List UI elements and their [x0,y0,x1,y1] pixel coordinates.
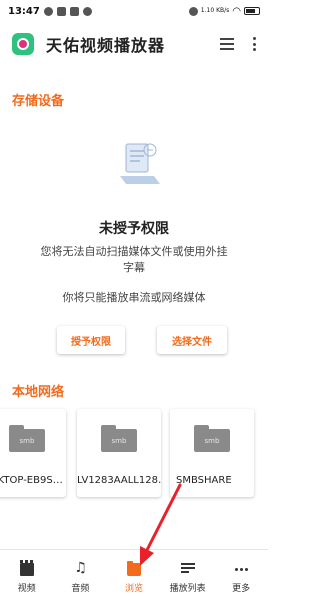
more-horiz-icon [234,563,248,576]
battery-icon [244,7,260,15]
empty-state-description: 您将无法自动扫描媒体文件或使用外挂字幕 [40,245,228,274]
bottom-navigation: 视频 音频 浏览 播放列表 更多 [0,549,268,602]
playlist-icon [180,563,195,576]
empty-state-note: 你将只能播放串流或网络媒体 [62,291,206,304]
list-view-icon[interactable] [220,38,234,50]
notification-icon [56,6,66,16]
empty-state-title: 未授予权限 [99,221,169,237]
notification-icon [43,6,53,16]
shield-icon [82,6,92,16]
nav-item-label: 更多 [232,584,251,594]
app-bar: 天佑视频播放器 [0,24,268,64]
status-time: 13:47 [8,5,40,17]
status-right: 1.10 KB/s ◠ [188,5,260,17]
local-network-section-title: 本地网络 [12,385,65,400]
network-share-name: SKTOP-EB9S… [0,475,63,486]
folder-icon: smb [194,425,230,452]
network-share-name: LV1283AALL128… [77,475,161,486]
music-icon [73,560,87,576]
notification-icon [69,6,79,16]
nav-item-label: 音频 [71,584,90,594]
network-speed: 1.10 KB/s [200,7,230,14]
nav-item-more[interactable]: 更多 [214,550,268,602]
nav-item-playlist[interactable]: 播放列表 [161,550,215,602]
status-left: 13:47 [8,6,92,17]
video-icon [19,560,34,576]
storage-section-title: 存储设备 [12,94,65,109]
nav-item-browse[interactable]: 浏览 [107,550,161,602]
choose-file-button[interactable]: 选择文件 [157,326,227,354]
folder-icon: smb [9,425,45,452]
nav-item-label: 播放列表 [169,584,206,594]
nav-item-label: 视频 [17,584,36,594]
folder-icon: smb [101,425,137,452]
more-vert-icon[interactable] [252,37,256,51]
network-share-name: SMBSHARE [176,475,232,486]
status-bar: 13:47 1.10 KB/s ◠ [0,0,268,22]
network-shares-list: smb SKTOP-EB9S… smb LV1283AALL128… smb S… [0,409,268,499]
app-bar-actions [220,37,256,51]
app-logo-icon [12,33,34,55]
do-not-disturb-icon [188,6,198,16]
nav-item-audio[interactable]: 音频 [54,550,108,602]
network-share-card[interactable]: smb SKTOP-EB9S… [0,409,66,497]
grant-permission-button[interactable]: 授予权限 [57,326,125,354]
network-share-card[interactable]: smb LV1283AALL128… [77,409,161,497]
wifi-icon: ◠ [232,5,241,17]
nav-item-label: 浏览 [124,584,143,594]
document-scan-icon [120,143,160,184]
nav-item-video[interactable]: 视频 [0,550,54,602]
folder-icon [126,561,141,576]
network-share-card[interactable]: smb SMBSHARE [170,409,254,497]
app-title: 天佑视频播放器 [46,36,166,55]
